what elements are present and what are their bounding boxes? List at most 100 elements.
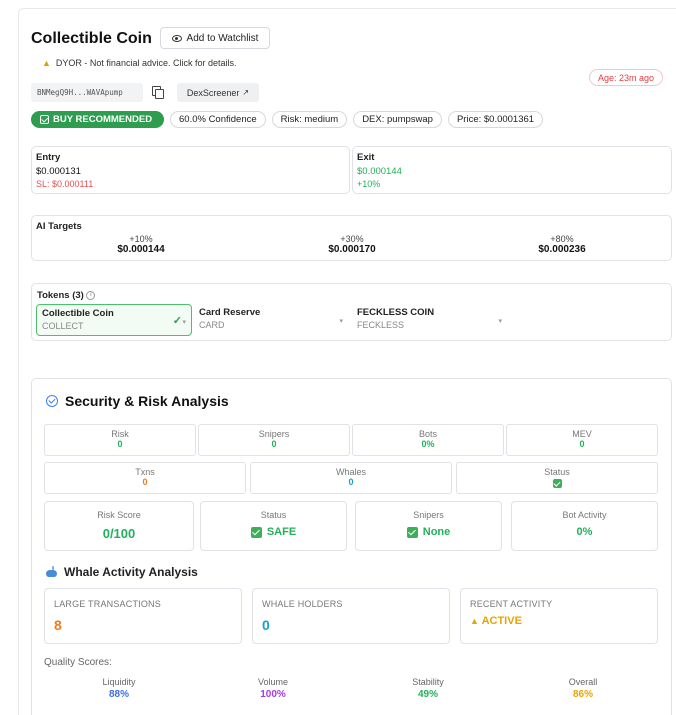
risk-badge: Risk: medium [271,111,348,128]
token-name: Card Reserve [199,307,261,318]
target-1-price: $0.000144 [117,244,165,255]
dyor-notice[interactable]: ▲ DYOR - Not financial advice. Click for… [42,58,236,68]
check-box-icon [250,526,262,538]
dexscreener-link[interactable]: DexScreener ↗ [177,83,259,102]
page-title: Collectible Coin [31,30,152,47]
risk-score-card: Risk Score 0/100 [44,501,194,551]
target-1-pct: +10% [129,234,153,244]
dyor-text: DYOR - Not financial advice. Click for d… [55,58,237,68]
metric-label: Risk [111,429,129,439]
entry-card: Entry $0.000131 SL: $0.000111 [31,146,350,194]
box-value-row: ▲ ACTIVE [470,615,648,627]
status-card: Status SAFE [200,501,347,551]
token-item-collectible-coin[interactable]: Collectible Coin COLLECT ✓ ▾ [36,304,192,336]
external-link-icon: ↗ [242,88,250,97]
dexscreener-label: DexScreener [186,87,240,98]
quality-stability: Stability 49% [388,677,468,700]
metric-label: Whales [335,467,366,477]
target-2-pct: +30% [340,234,364,244]
card-value: 0% [576,526,593,538]
token-name: Collectible Coin [42,308,114,319]
watchlist-label: Add to Watchlist [186,32,259,44]
quality-label: Volume [257,677,289,687]
metric-status: Status [456,462,658,494]
shield-check-icon [46,395,58,407]
metric-label: Txns [135,467,155,477]
quality-liquidity: Liquidity 88% [79,677,159,700]
token-symbol: FECKLESS [357,320,405,330]
exit-percent: +10% [357,179,381,189]
age-badge: Age: 23m ago [589,69,664,86]
security-title: Security & Risk Analysis [46,393,229,409]
quality-overall: Overall 86% [543,677,623,700]
add-to-watchlist-button[interactable]: Add to Watchlist [160,27,270,49]
warning-icon: ▲ [470,616,479,626]
entry-label: Entry [36,152,61,163]
quality-scores-label: Quality Scores: [44,657,112,668]
quality-value: 49% [417,689,438,700]
card-value-row: SAFE [201,526,346,538]
token-item-feckless-coin[interactable]: FECKLESS COIN FECKLESS ▾ [353,304,507,336]
metric-mev: MEV 0 [506,424,658,456]
box-label: RECENT ACTIVITY [470,599,553,609]
token-symbol: COLLECT [42,321,84,331]
quality-volume: Volume 100% [233,677,313,700]
tokens-header: Tokens (3) i [37,290,96,301]
metric-label: MEV [572,429,592,439]
card-value: 0/100 [102,526,136,541]
exit-price: $0.000144 [357,166,402,177]
price-badge: Price: $0.0001361 [447,111,544,128]
card-label: Bot Activity [562,510,607,520]
exit-label: Exit [357,152,375,163]
quality-value: 86% [572,689,593,700]
target-1: +10% $0.000144 [76,234,206,255]
entry-price: $0.000131 [36,166,81,177]
checkbox-icon [40,115,49,124]
quality-value: 88% [108,689,129,700]
buy-label: BUY RECOMMENDED [53,114,153,125]
metric-value: 0 [579,439,585,449]
token-name: FECKLESS COIN [357,307,435,318]
card-value: None [422,526,451,538]
quality-value: 100% [260,689,286,700]
card-label: Snipers [413,510,444,520]
stop-loss: SL: $0.000111 [36,179,94,189]
card-value: SAFE [266,526,297,538]
card-value-row: None [356,526,501,538]
dex-badge: DEX: pumpswap [353,111,442,128]
metric-txns: Txns 0 [44,462,246,494]
metric-label: Bots [418,429,437,439]
whale-icon [46,566,58,578]
exit-card: Exit $0.000144 +10% [352,146,672,194]
token-item-card-reserve[interactable]: Card Reserve CARD ▾ [195,304,348,336]
check-box-icon [406,526,418,538]
tokens-label: Tokens (3) [37,290,84,301]
ai-targets-card: AI Targets +10% $0.000144 +30% $0.000170… [31,215,672,261]
target-2: +30% $0.000170 [287,234,417,255]
metric-value: 0 [348,477,354,487]
ai-targets-label: AI Targets [36,221,82,232]
whale-holders-box: WHALE HOLDERS 0 [252,588,450,644]
card-label: Status [260,510,287,520]
target-2-price: $0.000170 [328,244,376,255]
copy-icon[interactable] [152,86,164,99]
card-label: Risk Score [97,510,141,520]
contract-address: BNMegQ9H...WAVApump [31,83,143,102]
metric-value: 0% [421,439,435,449]
token-symbol: CARD [199,320,225,330]
whale-title-text: Whale Activity Analysis [64,565,198,579]
confidence-badge: 60.0% Confidence [170,111,266,128]
quality-label: Overall [568,677,598,687]
metric-risk: Risk 0 [44,424,196,456]
metric-value: 0 [271,439,277,449]
large-transactions-box: LARGE TRANSACTIONS 8 [44,588,242,644]
info-icon[interactable]: i [86,290,96,300]
box-value: 0 [262,617,270,633]
box-value: ACTIVE [481,615,522,627]
box-label: LARGE TRANSACTIONS [54,599,161,609]
security-title-text: Security & Risk Analysis [65,393,229,409]
metric-value: 0 [142,477,148,487]
metric-snipers: Snipers 0 [198,424,350,456]
dropdown-icon: ▾ [182,319,186,326]
metric-bots: Bots 0% [352,424,504,456]
